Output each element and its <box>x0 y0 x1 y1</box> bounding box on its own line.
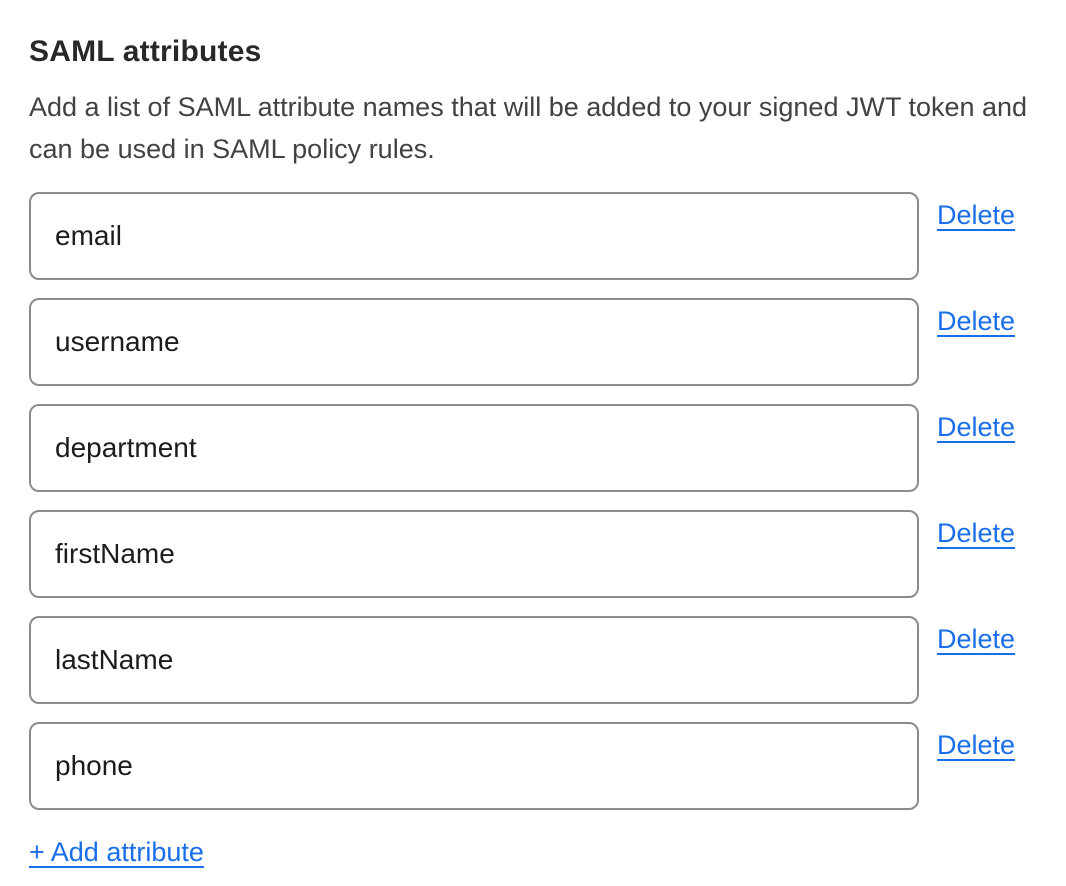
attribute-input-department[interactable] <box>29 404 919 492</box>
attribute-row: Delete <box>29 192 1037 280</box>
delete-attribute-link-firstName[interactable]: Delete <box>937 518 1015 548</box>
delete-attribute-link-department[interactable]: Delete <box>937 412 1015 442</box>
attribute-input-lastName[interactable] <box>29 616 919 704</box>
attribute-row: Delete <box>29 510 1037 598</box>
delete-attribute-link-email[interactable]: Delete <box>937 200 1015 230</box>
add-attribute-link[interactable]: + Add attribute <box>29 837 204 867</box>
attribute-row: Delete <box>29 298 1037 386</box>
delete-attribute-link-username[interactable]: Delete <box>937 306 1015 336</box>
saml-attributes-section: SAML attributes Add a list of SAML attri… <box>0 0 1066 867</box>
attribute-input-username[interactable] <box>29 298 919 386</box>
attribute-input-firstName[interactable] <box>29 510 919 598</box>
attribute-input-phone[interactable] <box>29 722 919 810</box>
delete-attribute-link-phone[interactable]: Delete <box>937 730 1015 760</box>
attribute-input-email[interactable] <box>29 192 919 280</box>
section-description: Add a list of SAML attribute names that … <box>29 86 1037 170</box>
delete-attribute-link-lastName[interactable]: Delete <box>937 624 1015 654</box>
attribute-list: Delete Delete Delete Delete Delete Delete <box>29 192 1037 810</box>
attribute-row: Delete <box>29 404 1037 492</box>
attribute-row: Delete <box>29 616 1037 704</box>
attribute-row: Delete <box>29 722 1037 810</box>
section-title: SAML attributes <box>29 36 1037 68</box>
